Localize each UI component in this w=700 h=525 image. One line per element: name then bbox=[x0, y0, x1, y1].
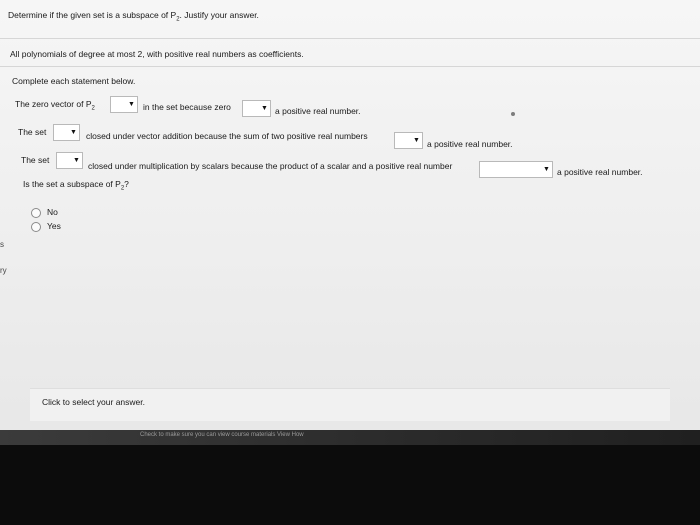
subspace-question-suffix: ? bbox=[124, 179, 129, 189]
divider bbox=[0, 66, 700, 67]
statement2-lead: The set bbox=[18, 127, 47, 137]
statement3-lead: The set bbox=[21, 155, 50, 165]
statement3-middle: closed under multiplication by scalars b… bbox=[88, 161, 453, 171]
zero-positive-dropdown[interactable]: ▼ bbox=[242, 100, 271, 117]
zero-vector-dropdown[interactable]: ▼ bbox=[110, 96, 138, 113]
status-area: Click to select your answer. bbox=[30, 388, 670, 421]
question-title: Determine if the given set is a subspace… bbox=[8, 10, 259, 23]
edge-glyph: ry bbox=[0, 266, 7, 275]
statement1-end: a positive real number. bbox=[275, 106, 361, 116]
subspace-question: Is the set a subspace of P2? bbox=[23, 179, 129, 192]
statement3-end: a positive real number. bbox=[557, 167, 643, 177]
dropdown-arrow-icon: ▼ bbox=[261, 105, 268, 112]
statement2-middle: closed under vector addition because the… bbox=[86, 131, 368, 141]
dropdown-arrow-icon: ▼ bbox=[128, 101, 135, 108]
dropdown-arrow-icon: ▼ bbox=[413, 137, 420, 144]
dropdown-arrow-icon: ▼ bbox=[543, 166, 550, 173]
divider bbox=[0, 38, 700, 39]
product-positive-dropdown[interactable]: ▼ bbox=[479, 161, 553, 178]
status-text: Click to select your answer. bbox=[42, 397, 145, 407]
dropdown-arrow-icon: ▼ bbox=[70, 129, 77, 136]
statement1-subscript: 2 bbox=[91, 105, 95, 112]
statement1-text: The zero vector of P bbox=[15, 99, 92, 109]
option-yes-radio[interactable] bbox=[31, 222, 41, 232]
cursor-dot bbox=[511, 112, 515, 116]
set-description: All polynomials of degree at most 2, wit… bbox=[10, 49, 304, 59]
option-no-radio[interactable] bbox=[31, 208, 41, 218]
taskbar: Check to make sure you can view course m… bbox=[0, 430, 700, 445]
title-text: Determine if the given set is a subspace… bbox=[8, 10, 177, 20]
statement1-lead: The zero vector of P2 bbox=[15, 99, 95, 112]
title-suffix: . Justify your answer. bbox=[179, 10, 259, 20]
option-yes-label[interactable]: Yes bbox=[47, 221, 61, 231]
option-no-label[interactable]: No bbox=[47, 207, 58, 217]
sum-positive-dropdown[interactable]: ▼ bbox=[394, 132, 423, 149]
taskbar-notice[interactable]: Check to make sure you can view course m… bbox=[140, 432, 304, 438]
dropdown-arrow-icon: ▼ bbox=[73, 157, 80, 164]
subspace-question-text: Is the set a subspace of P bbox=[23, 179, 121, 189]
scalar-closed-dropdown[interactable]: ▼ bbox=[56, 152, 83, 169]
instructions: Complete each statement below. bbox=[12, 76, 136, 86]
addition-closed-dropdown[interactable]: ▼ bbox=[53, 124, 80, 141]
statement1-middle: in the set because zero bbox=[143, 102, 231, 112]
statement2-end: a positive real number. bbox=[427, 139, 513, 149]
screen: Determine if the given set is a subspace… bbox=[0, 0, 700, 445]
edge-glyph: s bbox=[0, 240, 4, 249]
